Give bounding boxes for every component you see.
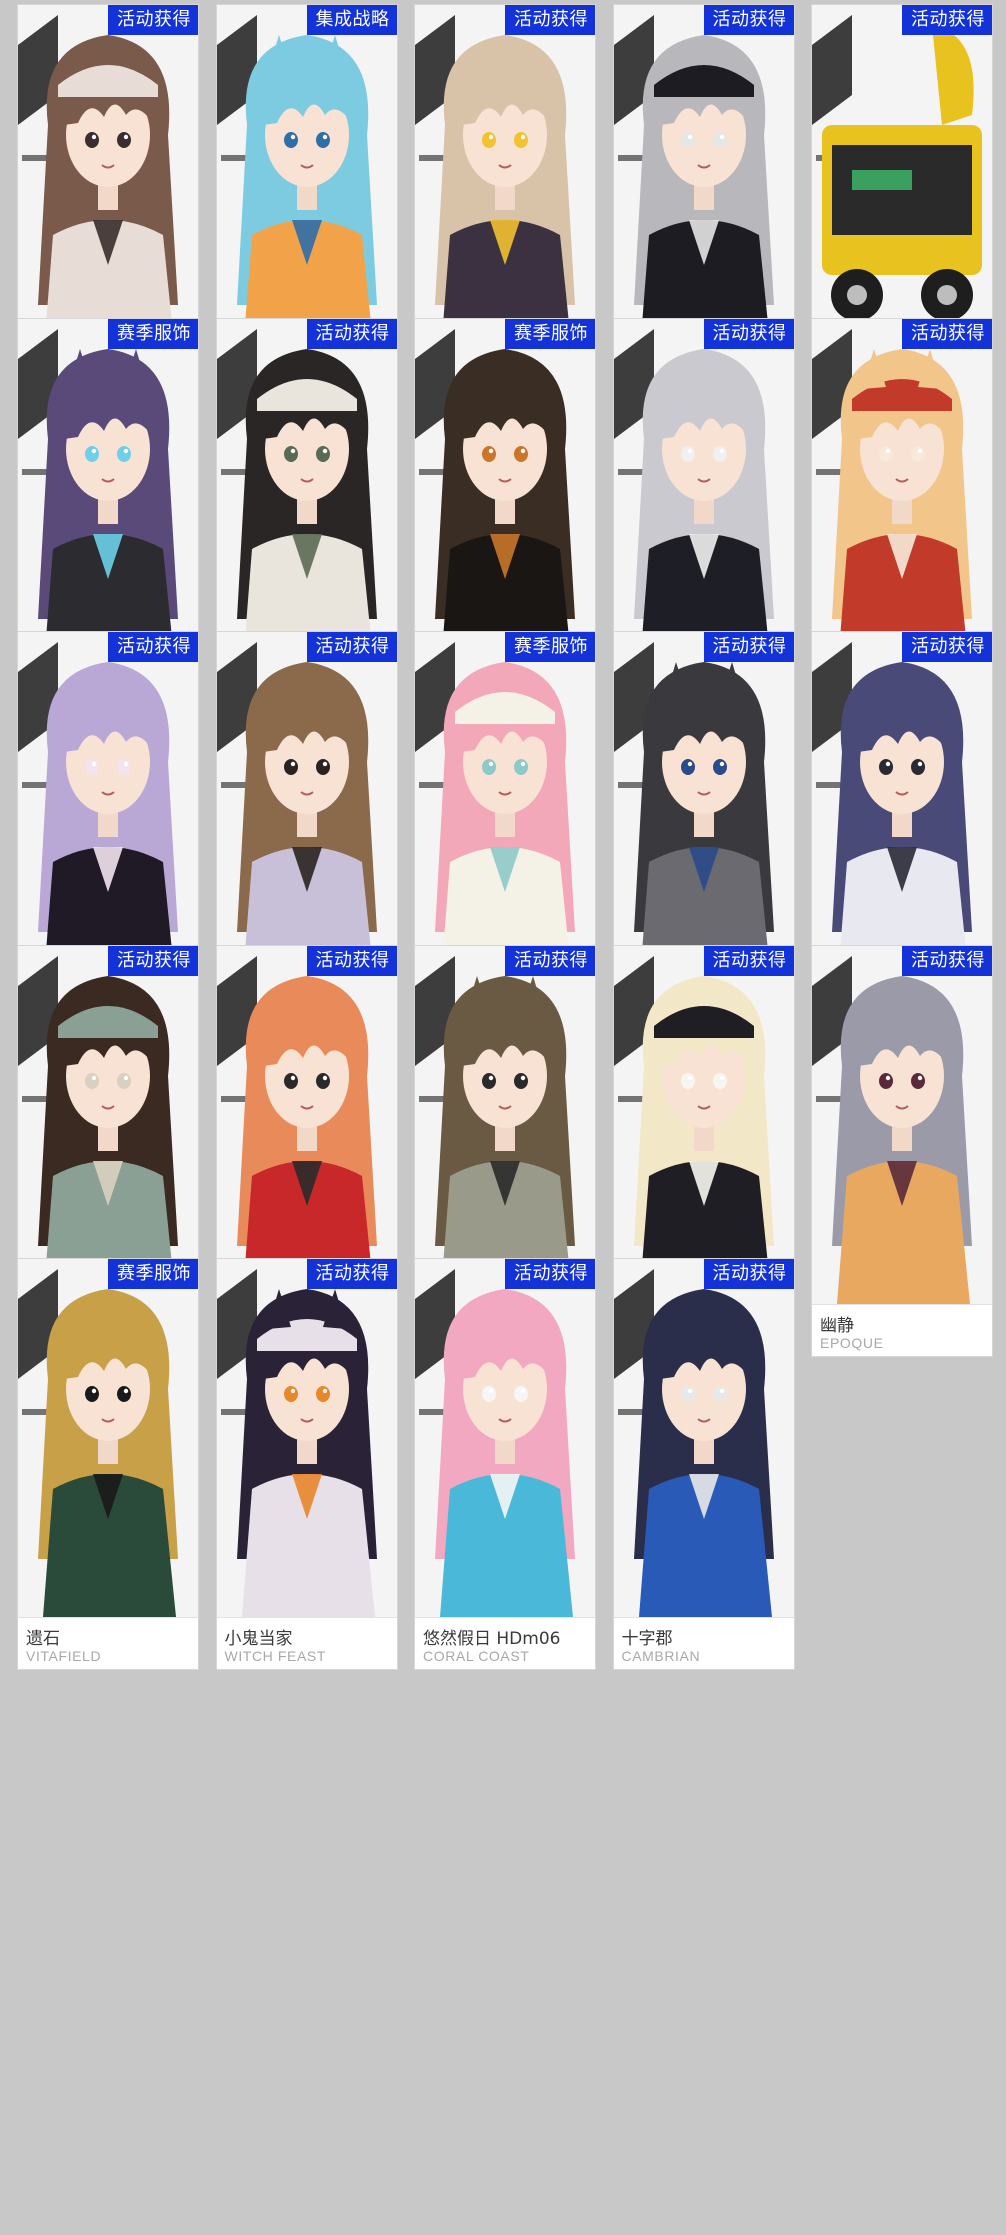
source-badge: 活动获得 [306,1259,397,1289]
source-badge: 活动获得 [703,945,794,976]
character-portrait-icon [812,632,992,990]
skin-gallery-grid: 活动获得绘声绘影CAMBRIAN集成战略夏日餐宴TEST COLLECTION活… [0,0,1006,2235]
skin-artwork [216,1259,397,1617]
source-badge: 赛季服饰 [108,318,198,349]
skin-artwork [613,1259,794,1617]
character-portrait-icon [18,632,198,990]
character-portrait-icon [613,5,794,363]
source-badge: 活动获得 [902,945,992,976]
source-badge: 活动获得 [108,945,198,976]
source-badge: 活动获得 [505,945,595,976]
skin-artwork [415,318,595,677]
skin-artwork [415,1259,595,1617]
skin-artwork [216,318,397,677]
character-portrait-icon [613,632,794,990]
skin-series: EPOQUE [820,1334,884,1351]
source-badge: 活动获得 [306,632,397,662]
skin-card[interactable]: 活动获得幽静 EPOQUE [811,944,993,1357]
character-portrait-icon [216,318,397,677]
skin-series: CORAL COAST [423,1648,530,1664]
character-portrait-icon [415,318,595,677]
skin-artwork [613,632,794,990]
source-badge: 活动获得 [703,632,794,662]
source-badge: 活动获得 [505,5,595,35]
skin-caption: 十字郡 CAMBRIAN [613,1617,794,1669]
vehicle-machine-icon [812,5,992,363]
skin-card[interactable]: 活动获得小鬼当家 WITCH FEAST [215,1258,398,1670]
skin-name: 遗石 [26,1629,60,1649]
skin-series: CAMBRIAN [621,1648,701,1664]
source-badge: 活动获得 [703,318,794,349]
source-badge: 活动获得 [306,318,397,349]
character-portrait-icon [812,945,992,1304]
skin-artwork [18,632,198,990]
skin-caption: 幽静 EPOQUE [812,1303,992,1356]
skin-artwork [18,318,198,677]
skin-name: 悠然假日 HDm06 [423,1629,561,1649]
skin-caption: 小鬼当家 WITCH FEAST [216,1617,397,1669]
character-portrait-icon [812,318,992,677]
character-portrait-icon [415,945,595,1304]
character-portrait-icon [18,1259,198,1617]
skin-series: VITAFIELD [26,1648,102,1664]
skin-artwork [812,318,992,677]
character-portrait-icon [216,632,397,990]
skin-name: 幽静 [820,1315,854,1336]
character-portrait-icon [18,5,198,363]
skin-name: 小鬼当家 [224,1629,293,1649]
character-portrait-icon [216,5,397,363]
skin-artwork [613,5,794,363]
skin-artwork [812,945,992,1304]
source-badge: 活动获得 [902,5,992,35]
skin-artwork [415,945,595,1304]
character-portrait-icon [216,1259,397,1617]
skin-card[interactable]: 赛季服饰遗石 VITAFIELD [17,1258,199,1670]
source-badge: 活动获得 [108,632,198,662]
source-badge: 活动获得 [306,945,397,976]
source-badge: 活动获得 [505,1259,595,1289]
source-badge: 集成战略 [306,5,397,35]
skin-artwork [18,1259,198,1617]
skin-artwork [613,945,794,1304]
skin-artwork [18,5,198,363]
source-badge: 活动获得 [108,5,198,35]
skin-caption: 悠然假日 HDm06 CORAL COAST [415,1617,595,1669]
source-badge: 活动获得 [703,5,794,35]
skin-artwork [415,632,595,990]
character-portrait-icon [415,5,595,363]
character-portrait-icon [613,945,794,1304]
skin-artwork [18,945,198,1304]
source-badge: 活动获得 [902,632,992,662]
character-portrait-icon [18,945,198,1304]
character-portrait-icon [18,318,198,677]
source-badge: 活动获得 [902,318,992,349]
character-portrait-icon [415,1259,595,1617]
skin-series: WITCH FEAST [224,1648,326,1664]
source-badge: 赛季服饰 [108,1259,198,1289]
character-portrait-icon [613,318,794,677]
character-portrait-icon [613,1259,794,1617]
skin-name: 十字郡 [621,1629,673,1649]
character-portrait-icon [415,632,595,990]
skin-caption: 遗石 VITAFIELD [18,1617,198,1669]
skin-artwork [216,632,397,990]
skin-artwork [415,5,595,363]
skin-card[interactable]: 活动获得悠然假日 HDm06 CORAL COAST [414,1258,596,1670]
source-badge: 赛季服饰 [505,318,595,349]
character-portrait-icon [216,945,397,1304]
skin-artwork [812,5,992,363]
skin-artwork [216,945,397,1304]
skin-artwork [613,318,794,677]
skin-card[interactable]: 活动获得十字郡 CAMBRIAN [612,1258,795,1670]
skin-artwork [812,632,992,990]
source-badge: 活动获得 [703,1259,794,1289]
skin-artwork [216,5,397,363]
source-badge: 赛季服饰 [505,632,595,662]
